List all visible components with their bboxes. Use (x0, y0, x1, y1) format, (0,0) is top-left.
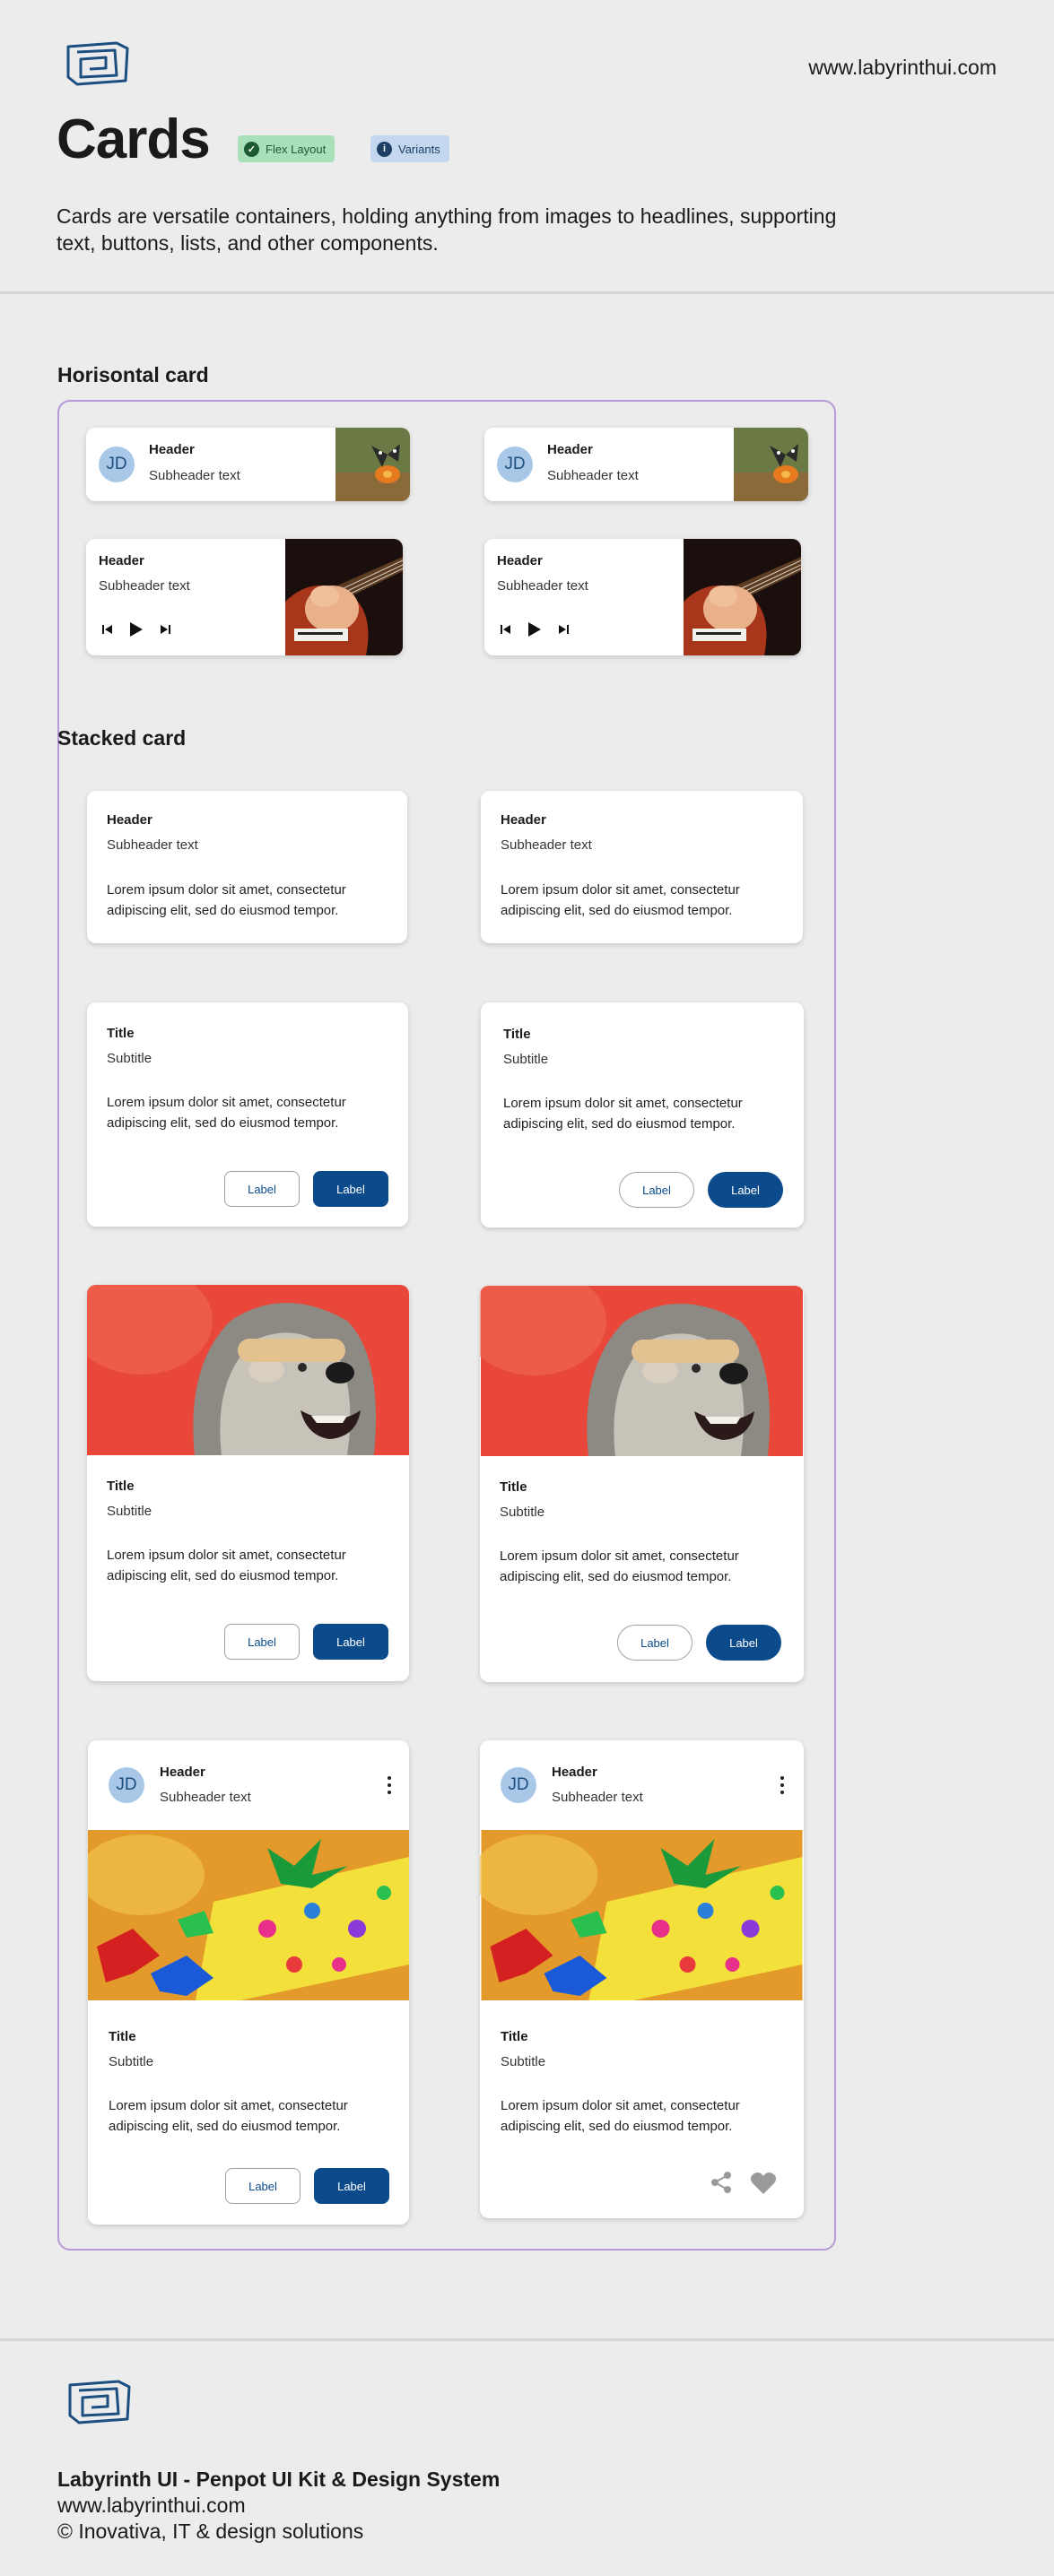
card-subheader: Subheader text (149, 468, 240, 483)
card-body: Lorem ipsum dolor sit amet, consectetur … (107, 1548, 346, 1583)
avatar: JD (501, 1767, 536, 1803)
card-header: Header (501, 812, 546, 828)
card-body: Lorem ipsum dolor sit amet, consectetur … (503, 1096, 743, 1132)
check-circle-icon: ✓ (244, 141, 259, 157)
site-url[interactable]: www.labyrinthui.com (808, 56, 997, 80)
card-header: Header (107, 812, 152, 828)
filled-button[interactable]: Label (313, 1171, 388, 1207)
horizontal-media-card[interactable]: Header Subheader text (484, 539, 801, 655)
section-title-stacked: Stacked card (57, 726, 187, 750)
card-subtitle: Subtitle (107, 1051, 152, 1066)
card-subtitle: Subtitle (107, 1504, 152, 1519)
butterfly-image (335, 428, 410, 501)
avatar: JD (109, 1767, 144, 1803)
outline-button[interactable]: Label (224, 1171, 300, 1207)
card-header: Header (149, 442, 195, 457)
footer-url[interactable]: www.labyrinthui.com (57, 2494, 246, 2518)
card-subheader: Subheader text (99, 578, 190, 594)
card-body: Lorem ipsum dolor sit amet, consectetur … (107, 882, 346, 918)
stacked-rich-card[interactable]: JD Header Subheader text Title Subtitle … (480, 1740, 804, 2218)
avatar: JD (497, 447, 533, 482)
card-title: Title (500, 1479, 527, 1495)
media-controls (102, 621, 170, 637)
card-title: Title (503, 1027, 531, 1042)
horizontal-card-small[interactable]: JD Header Subheader text (484, 428, 808, 501)
card-subheader: Subheader text (107, 837, 198, 853)
horizontal-card-small[interactable]: JD Header Subheader text (86, 428, 410, 501)
filled-button[interactable]: Label (708, 1172, 783, 1208)
skip-previous-icon[interactable] (501, 624, 511, 635)
filled-button[interactable]: Label (314, 2168, 389, 2204)
guitar-image (684, 539, 801, 655)
filled-button[interactable]: Label (706, 1625, 781, 1661)
dog-image (87, 1285, 409, 1455)
badge-label: Variants (398, 142, 440, 156)
badge-label: Flex Layout (266, 142, 327, 156)
outline-button[interactable]: Label (617, 1625, 693, 1661)
card-subtitle: Subtitle (500, 1505, 545, 1520)
skip-next-icon[interactable] (160, 624, 170, 635)
card-body: Lorem ipsum dolor sit amet, consectetur … (500, 1548, 739, 1584)
card-body: Lorem ipsum dolor sit amet, consectetur … (501, 882, 740, 918)
card-subheader: Subheader text (497, 578, 588, 594)
page-header: www.labyrinthui.com Cards ✓ Flex Layout … (0, 0, 1054, 294)
skip-next-icon[interactable] (558, 624, 569, 635)
stacked-action-card[interactable]: Title Subtitle Lorem ipsum dolor sit ame… (481, 1002, 804, 1227)
card-subtitle: Subtitle (109, 2054, 154, 2069)
card-header: Header (497, 553, 543, 568)
stacked-rich-card[interactable]: JD Header Subheader text Title Subtitle … (88, 1740, 409, 2225)
outline-button[interactable]: Label (225, 2168, 301, 2204)
page-description: Cards are versatile containers, holding … (57, 204, 837, 255)
footer-copyright: © Inovativa, IT & design solutions (57, 2520, 364, 2543)
dog-image (480, 1286, 803, 1456)
stacked-media-card[interactable]: Title Subtitle Lorem ipsum dolor sit ame… (87, 1285, 409, 1681)
outline-button[interactable]: Label (224, 1624, 300, 1660)
card-subheader: Subheader text (547, 468, 639, 483)
outline-button[interactable]: Label (619, 1172, 694, 1208)
card-subheader: Subheader text (552, 1790, 643, 1805)
card-title: Title (109, 2029, 136, 2044)
card-header: Header (160, 1765, 205, 1780)
stacked-media-card[interactable]: Title Subtitle Lorem ipsum dolor sit ame… (480, 1286, 804, 1682)
play-icon[interactable] (527, 621, 542, 637)
section-title-horizontal: Horisontal card (57, 363, 209, 386)
gift-image (88, 1830, 409, 2000)
play-icon[interactable] (129, 621, 144, 637)
stacked-action-card[interactable]: Title Subtitle Lorem ipsum dolor sit ame… (87, 1002, 408, 1227)
card-body: Lorem ipsum dolor sit amet, consectetur … (107, 1095, 346, 1131)
card-body: Lorem ipsum dolor sit amet, consectetur … (501, 2098, 740, 2134)
flex-layout-badge: ✓ Flex Layout (238, 135, 335, 162)
skip-previous-icon[interactable] (102, 624, 113, 635)
butterfly-image (734, 428, 808, 501)
card-title: Title (107, 1479, 135, 1494)
share-icon[interactable] (709, 2170, 734, 2195)
card-body: Lorem ipsum dolor sit amet, consectetur … (109, 2098, 348, 2134)
heart-icon[interactable] (750, 2172, 777, 2195)
avatar: JD (99, 447, 135, 482)
info-circle-icon: i (377, 141, 392, 157)
media-controls (501, 621, 569, 637)
card-header: Header (99, 553, 144, 568)
card-subtitle: Subtitle (501, 2054, 546, 2069)
card-subheader: Subheader text (160, 1790, 251, 1805)
more-vertical-icon[interactable] (780, 1776, 785, 1796)
card-header: Header (547, 442, 593, 457)
card-subheader: Subheader text (501, 837, 592, 853)
guitar-image (285, 539, 403, 655)
card-title: Title (107, 1026, 135, 1041)
stacked-text-card[interactable]: Header Subheader text Lorem ipsum dolor … (87, 791, 407, 943)
page-title: Cards (57, 108, 211, 170)
stacked-text-card[interactable]: Header Subheader text Lorem ipsum dolor … (481, 791, 803, 943)
gift-image (480, 1830, 803, 2000)
footer-product: Labyrinth UI - Penpot UI Kit & Design Sy… (57, 2468, 501, 2491)
filled-button[interactable]: Label (313, 1624, 388, 1660)
labyrinth-logo-icon (68, 2380, 131, 2424)
card-title: Title (501, 2029, 528, 2044)
labyrinth-logo-icon (66, 41, 129, 86)
card-subtitle: Subtitle (503, 1052, 549, 1067)
horizontal-media-card[interactable]: Header Subheader text (86, 539, 403, 655)
card-header: Header (552, 1765, 597, 1780)
more-vertical-icon[interactable] (387, 1776, 392, 1796)
variants-badge: i Variants (370, 135, 449, 162)
